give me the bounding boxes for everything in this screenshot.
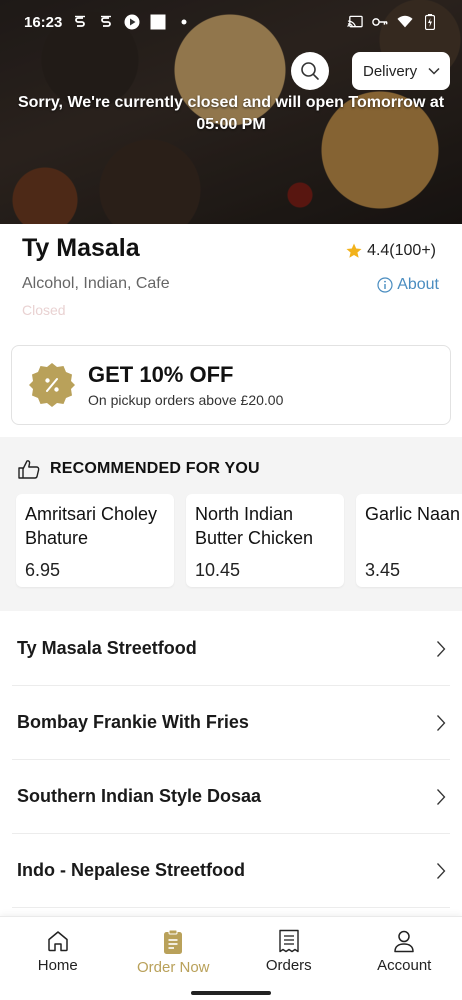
recommended-card[interactable]: Garlic Naan 3.45 [356, 494, 462, 587]
s-icon [98, 14, 114, 30]
recommended-heading: RECOMMENDED FOR YOU [18, 459, 260, 479]
category-row[interactable]: Indo - Nepalese Streetfood [12, 834, 450, 908]
wifi-icon [397, 14, 413, 30]
nav-home[interactable]: Home [0, 917, 116, 1000]
gesture-bar[interactable] [191, 991, 271, 995]
recommended-title: RECOMMENDED FOR YOU [50, 460, 260, 477]
category-label: Bombay Frankie With Fries [17, 712, 249, 732]
offer-subtitle: On pickup orders above £20.00 [88, 392, 284, 408]
square-icon [150, 14, 166, 30]
recommended-list: Amritsari Choley Bhature 6.95 North Indi… [16, 494, 462, 587]
nav-orders-label: Orders [265, 957, 312, 974]
info-icon [377, 277, 393, 293]
closed-message-line1: Sorry, We're currently closed and will o… [17, 94, 445, 111]
closed-message: Sorry, We're currently closed and will o… [0, 92, 462, 136]
recommended-section: RECOMMENDED FOR YOU Amritsari Choley Bha… [0, 437, 462, 611]
recommended-item-name: North Indian Butter Chicken [195, 504, 314, 548]
delivery-mode-select[interactable]: Delivery [352, 52, 450, 90]
recommended-item-price: 10.45 [195, 560, 241, 580]
key-icon [372, 14, 388, 30]
recommended-card[interactable]: North Indian Butter Chicken 10.45 [186, 494, 344, 587]
category-row[interactable]: Southern Indian Style Dosaa [12, 760, 450, 834]
category-list: Ty Masala Streetfood Bombay Frankie With… [0, 612, 462, 908]
star-icon [346, 243, 362, 258]
category-row[interactable]: Ty Masala Streetfood [12, 612, 450, 686]
status-time: 16:23 [24, 13, 63, 31]
order-icon [164, 929, 183, 954]
restaurant-cuisines: Alcohol, Indian, Cafe [22, 275, 170, 292]
nav-account[interactable]: Account [347, 917, 462, 1000]
restaurant-info: Ty Masala Alcohol, Indian, Cafe Closed 4… [0, 230, 462, 330]
dot-icon [176, 14, 192, 30]
chevron-right-icon [437, 714, 446, 731]
recommended-item-price: 3.45 [365, 560, 401, 580]
hero-banner: 16:23 Delivery Sorry, We're currently cl… [0, 0, 462, 224]
offer-title: GET 10% OFF [88, 362, 234, 387]
offer-card[interactable]: GET 10% OFF On pickup orders above £20.0… [11, 345, 451, 425]
nav-account-label: Account [377, 957, 432, 974]
recommended-item-name: Amritsari Choley Bhature [25, 504, 158, 548]
rating-value: 4.4(100+) [367, 242, 436, 259]
search-button[interactable] [291, 52, 329, 90]
bottom-nav: Home Order Now Orders Account [0, 916, 462, 1000]
nav-order-now-label: Order Now [136, 959, 210, 976]
recommended-card[interactable]: Amritsari Choley Bhature 6.95 [16, 494, 174, 587]
nav-home-label: Home [37, 957, 78, 974]
nav-orders[interactable]: Orders [231, 917, 347, 1000]
delivery-mode-value: Delivery [363, 62, 418, 80]
chevron-right-icon [437, 640, 446, 657]
cast-icon [347, 14, 363, 30]
battery-icon [422, 14, 438, 30]
status-bar: 16:23 [0, 0, 462, 44]
restaurant-status: Closed [22, 302, 66, 318]
closed-message-line2: 05:00 PM [196, 116, 266, 133]
about-link[interactable]: About [377, 276, 439, 294]
recommended-item-name: Garlic Naan [365, 504, 461, 524]
user-icon [394, 930, 414, 953]
receipt-icon [279, 929, 299, 953]
recommended-item-price: 6.95 [25, 560, 61, 580]
category-label: Ty Masala Streetfood [17, 638, 197, 658]
rating: 4.4(100+) [345, 242, 436, 260]
category-label: Indo - Nepalese Streetfood [17, 860, 246, 880]
restaurant-name: Ty Masala [22, 234, 140, 262]
category-label: Southern Indian Style Dosaa [17, 786, 262, 806]
about-label: About [397, 276, 439, 293]
chevron-right-icon [437, 862, 446, 879]
search-icon [301, 62, 319, 80]
nav-order-now[interactable]: Order Now [116, 917, 232, 1000]
thumbs-up-icon [18, 460, 40, 479]
play-icon [124, 14, 140, 30]
chevron-right-icon [437, 788, 446, 805]
s-icon [72, 14, 88, 30]
discount-badge-icon [29, 363, 75, 407]
chevron-down-icon [428, 67, 440, 75]
home-icon [48, 931, 68, 952]
category-row[interactable]: Bombay Frankie With Fries [12, 686, 450, 760]
